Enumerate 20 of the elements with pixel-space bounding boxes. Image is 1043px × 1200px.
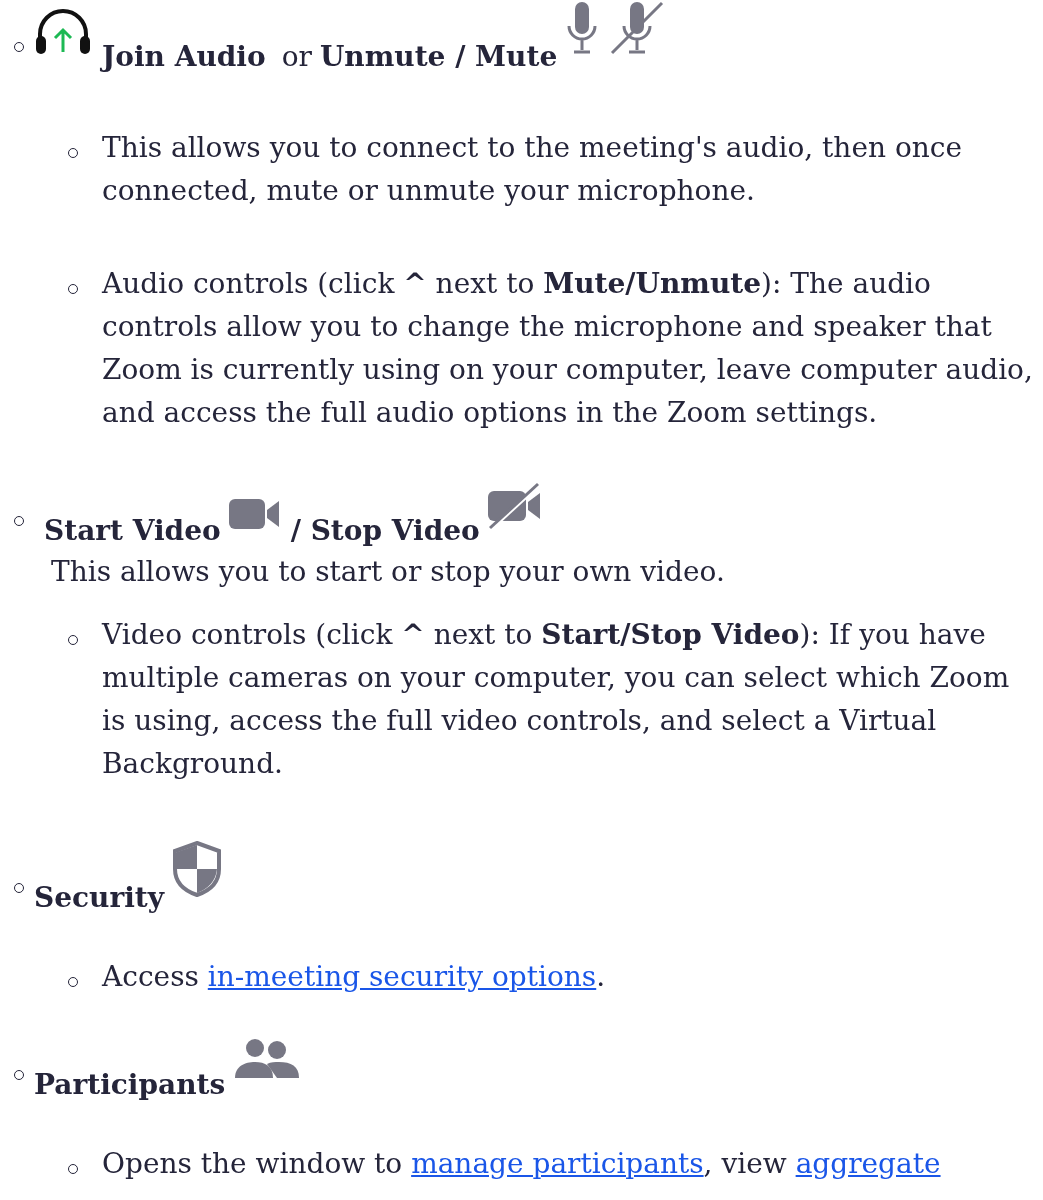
link[interactable]: in-meeting security options bbox=[207, 960, 597, 993]
link[interactable]: aggregate bbox=[795, 1147, 941, 1180]
heading-text: Unmute / Mute bbox=[319, 40, 558, 74]
paragraph: Access in-meeting security options. bbox=[102, 959, 607, 995]
paragraph: Video controls (click ^ next to Start/Stop Video): If you have multiple cameras on your computer, you can select which Zoom is using, access the full video controls, and select a Virtual Background. bbox=[102, 617, 1011, 782]
video-camera-off-icon bbox=[487, 482, 542, 530]
heading-text: Start Video bbox=[44, 514, 221, 548]
heading-text: Join Audio bbox=[102, 40, 266, 74]
link[interactable]: manage participants bbox=[411, 1147, 704, 1180]
heading-text: / Stop Video bbox=[290, 514, 480, 548]
video-camera-icon bbox=[228, 498, 281, 530]
muted-microphone-icon bbox=[609, 0, 666, 56]
paragraph: Opens the window to manage participants, view aggregate bbox=[102, 1146, 942, 1182]
paragraph: This allows you to connect to the meeting's audio, then once connected, mute or unmute your microphone. bbox=[102, 130, 964, 209]
paragraph: Audio controls (click ^ next to Mute/Unmute): The audio controls allow you to change the microphone and speaker that Zoom is currently using on your computer, leave computer audio, and access the full audio options in the Zoom settings. bbox=[102, 266, 1034, 431]
heading-text: Participants bbox=[34, 1068, 226, 1102]
heading-text: Security bbox=[34, 881, 165, 915]
shield-icon bbox=[172, 841, 223, 897]
description-text: This allows you to start or stop your own video. bbox=[51, 554, 726, 590]
heading-text: or bbox=[281, 40, 312, 74]
